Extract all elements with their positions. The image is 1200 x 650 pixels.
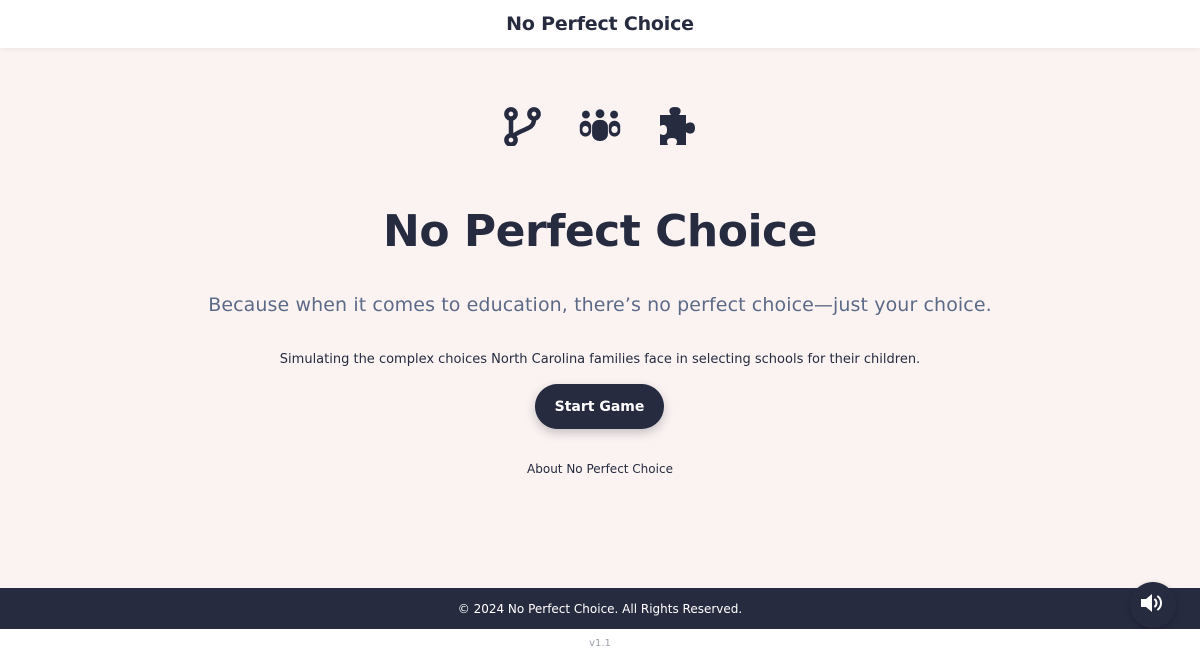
footer: © 2024 No Perfect Choice. All Rights Res…	[0, 588, 1200, 629]
sound-toggle-button[interactable]	[1130, 582, 1176, 628]
start-game-button[interactable]: Start Game	[535, 384, 664, 429]
copyright-text: © 2024 No Perfect Choice. All Rights Res…	[457, 601, 743, 616]
tagline: Because when it comes to education, ther…	[208, 294, 992, 316]
puzzle-piece-icon	[656, 104, 700, 148]
people-group-icon	[578, 104, 622, 148]
hero-title: No Perfect Choice	[383, 206, 817, 257]
subtitle: Simulating the complex choices North Car…	[279, 352, 921, 367]
about-link[interactable]: About No Perfect Choice	[0, 462, 1200, 476]
app-title: No Perfect Choice	[506, 13, 694, 35]
branch-icon	[500, 104, 544, 148]
feature-icons	[0, 104, 1200, 150]
top-bar: No Perfect Choice	[0, 0, 1200, 48]
version-label: v1.1	[589, 638, 611, 649]
speaker-icon	[1140, 593, 1166, 617]
